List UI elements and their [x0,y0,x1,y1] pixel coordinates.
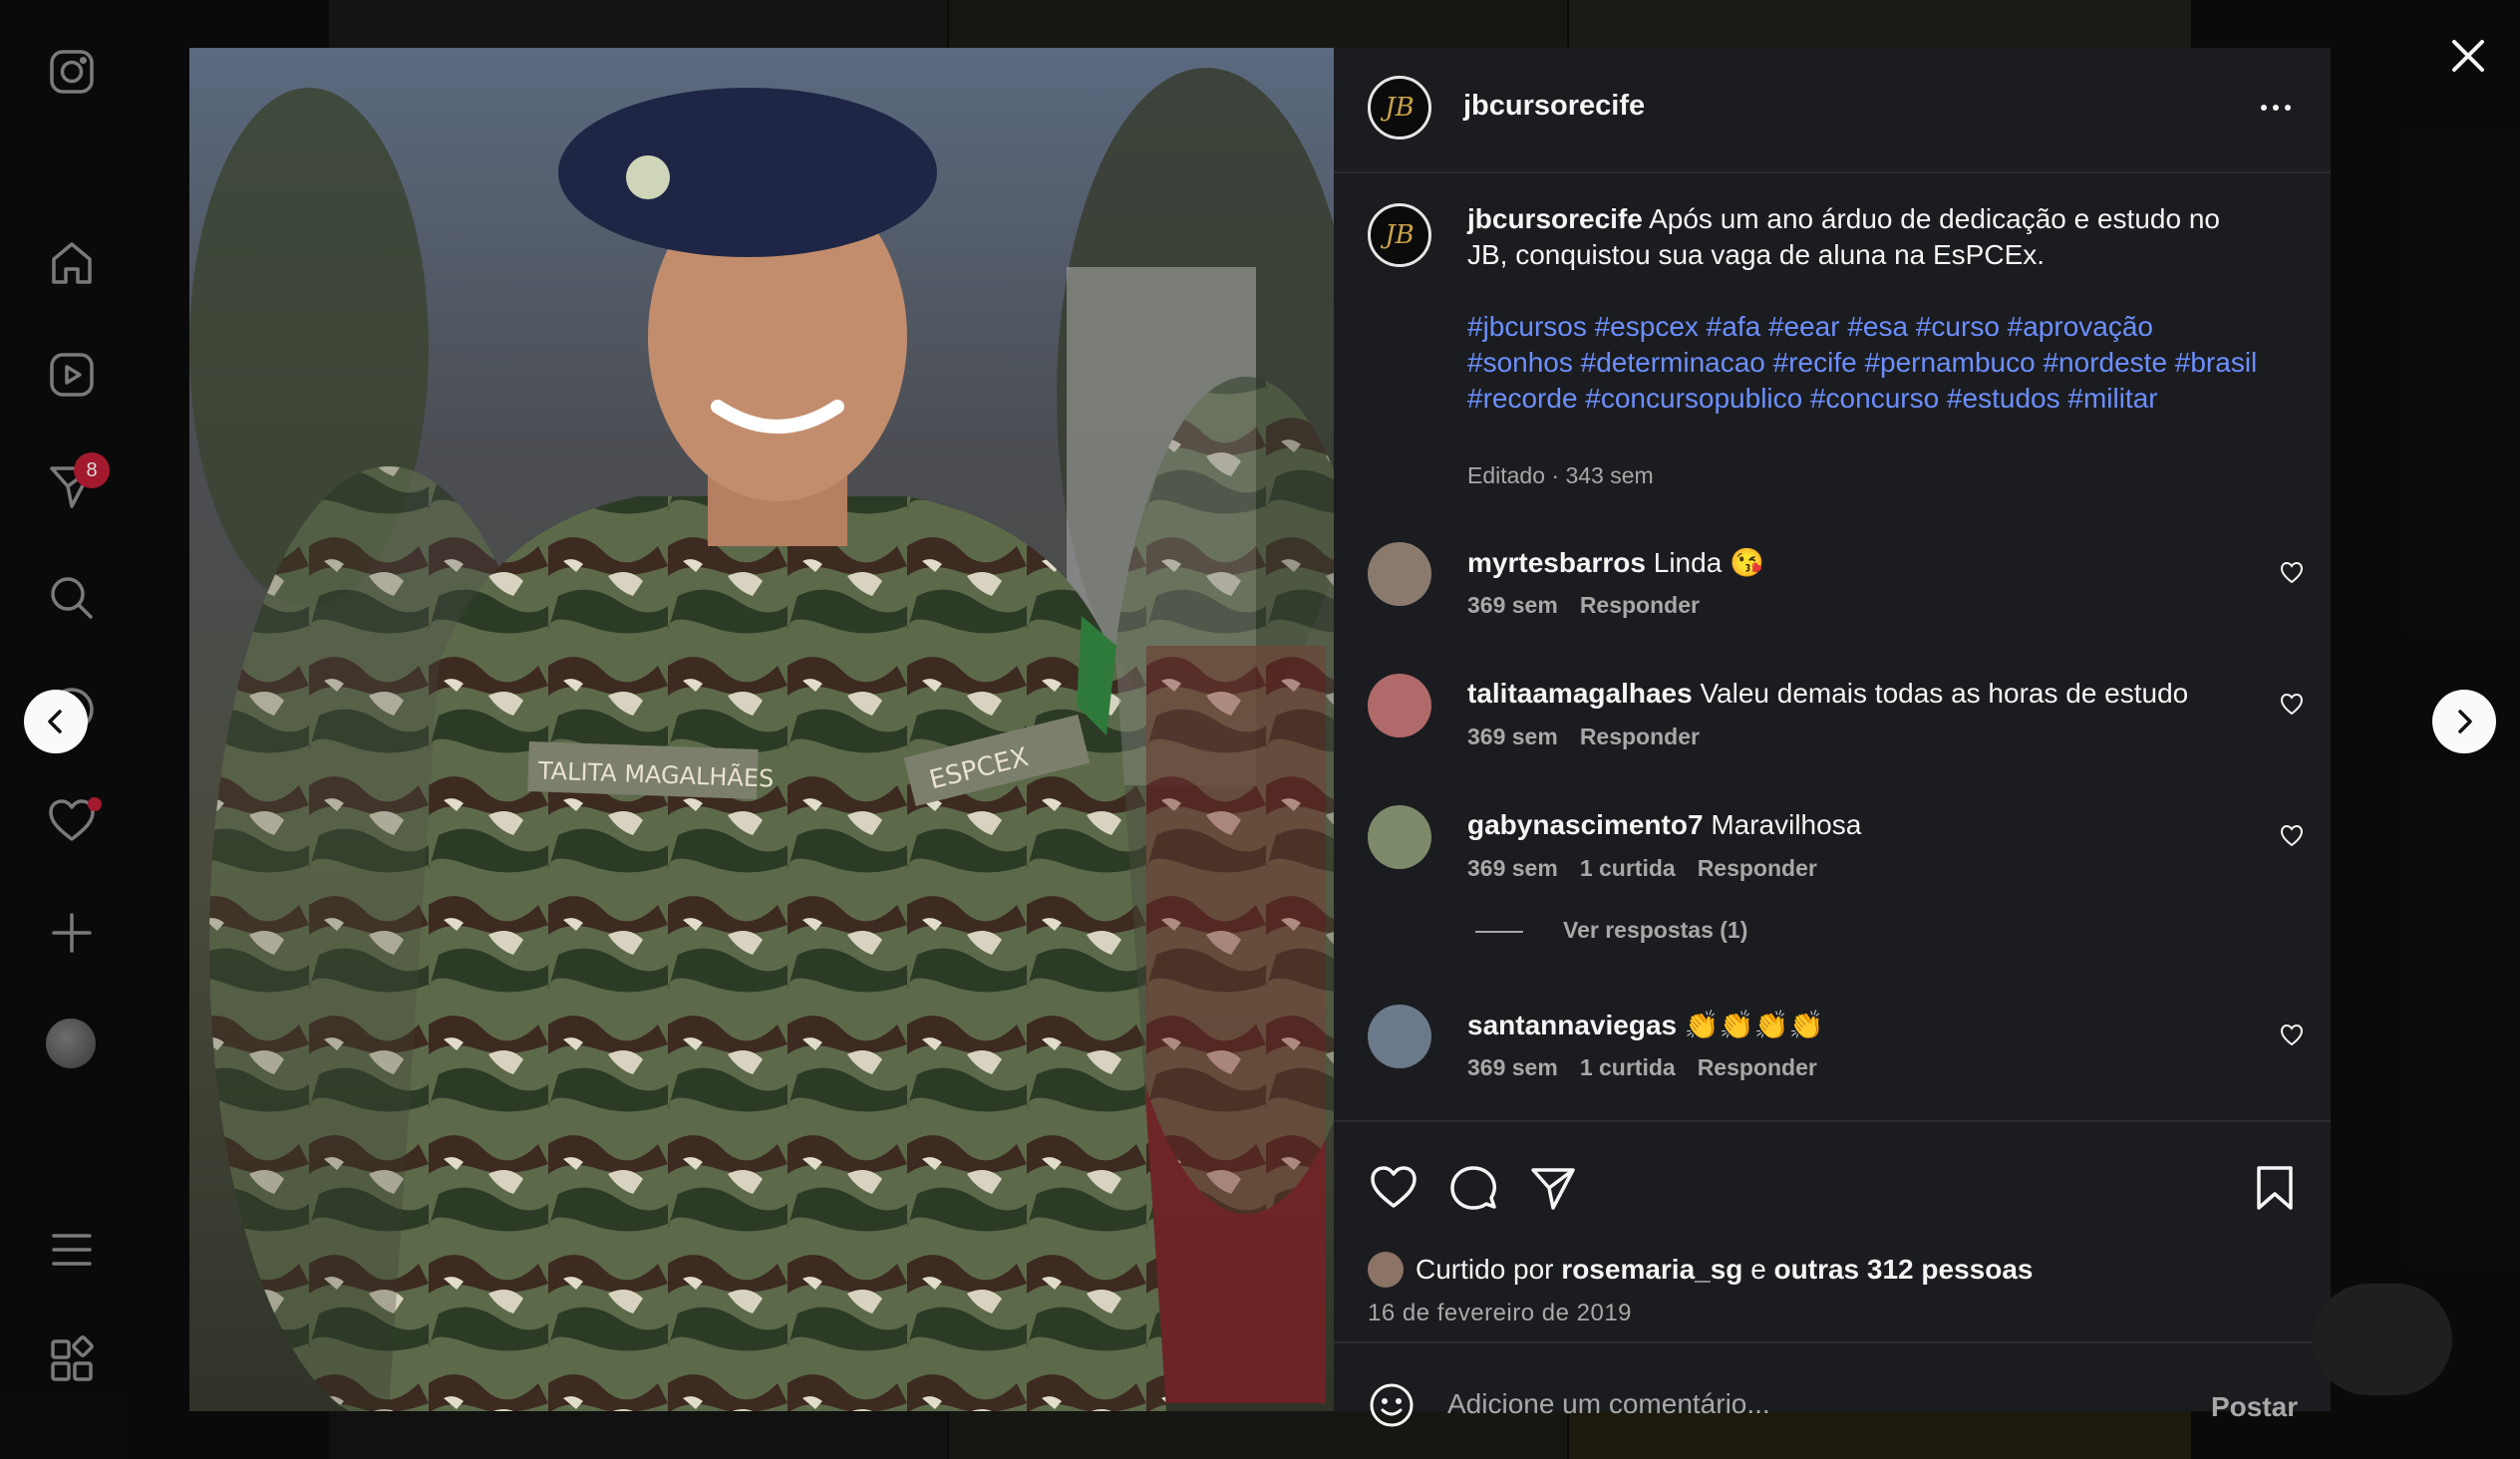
reply-button[interactable]: Responder [1580,592,1700,618]
comment-composer: Postar [1334,1341,2331,1441]
comment-username[interactable]: myrtesbarros [1467,547,1646,578]
caption-avatar[interactable]: JB [1368,203,1431,267]
comment-item: santannaviegas 👏👏👏👏 369 sem 1 curtida Resp… [1334,1005,2331,1104]
liked-connector: e [1750,1254,1766,1285]
messages-float-button[interactable] [2313,1284,2452,1395]
author-username[interactable]: jbcursorecife [1463,90,1645,123]
comment-body: Maravilhosa [1711,809,1862,840]
liked-prefix: Curtido por [1416,1254,1554,1285]
commenter-avatar[interactable] [1368,805,1431,869]
instagram-icon[interactable] [46,46,98,98]
comment-like-icon[interactable] [2279,560,2305,586]
post-photo[interactable]: TALITA MAGALHÃES ESPCEX [189,48,1334,1411]
post-comment-button[interactable]: Postar [2211,1391,2298,1423]
logo-text: JB [1385,220,1415,250]
comment-meta: 369 sem Responder [1467,592,1722,619]
like-icon[interactable] [1368,1162,1419,1214]
comment-like-icon[interactable] [2279,823,2305,849]
commenter-avatar[interactable] [1368,542,1431,606]
notification-badge: 8 [74,452,110,488]
view-replies-label: Ver respostas (1) [1563,917,1748,943]
commenter-avatar[interactable] [1368,674,1431,737]
comment-time: 369 sem [1467,592,1558,618]
search-icon[interactable] [46,572,98,624]
comment-item: talitaamagalhaes Valeu demais todas as h… [1334,674,2331,773]
reply-button[interactable]: Responder [1698,855,1817,881]
menu-icon[interactable] [46,1224,98,1276]
replies-line [1475,930,1523,933]
caption-meta: Editado · 343 sem [1467,462,1654,488]
profile-avatar[interactable] [46,1019,96,1068]
comment-meta: 369 sem Responder [1467,724,1722,750]
comment-body: Valeu demais todas as horas de estudo [1700,678,2189,709]
comment-likes[interactable]: 1 curtida [1580,1054,1676,1080]
comment-time: 369 sem [1467,724,1558,749]
liker-username[interactable]: rosemaria_sg [1561,1254,1742,1286]
author-avatar[interactable]: JB [1368,76,1431,140]
previous-post-button[interactable] [24,690,88,753]
comment-time: 369 sem [1467,1054,1558,1080]
dot-icon [2261,105,2267,111]
emoji-icon[interactable] [1368,1381,1416,1429]
reply-button[interactable]: Responder [1698,1054,1817,1080]
dot-icon [2285,105,2291,111]
logo-text: JB [1385,93,1415,123]
comment-like-icon[interactable] [2279,692,2305,718]
comments-scroll-area[interactable]: JB jbcursorecife Após um ano árduo de de… [1334,173,2331,1150]
photo-illustration: TALITA MAGALHÃES ESPCEX [189,68,1334,1411]
comment-like-icon[interactable] [2279,1022,2305,1048]
post-panel: JB jbcursorecife JB jbcursorecife Após u… [1334,48,2331,1441]
comment-item: myrtesbarros Linda 😘 369 sem Responder [1334,542,2331,642]
liked-by: Curtido por rosemaria_sg e outras 312 pe… [1368,1252,2033,1288]
home-icon[interactable] [46,237,98,289]
comment-text: talitaamagalhaes Valeu demais todas as h… [1467,678,2188,710]
comment-username[interactable]: santannaviegas [1467,1010,1677,1040]
comment-time: 369 sem [1467,855,1558,881]
caption: jbcursorecife Após um ano árduo de dedic… [1467,201,2265,273]
view-replies-button[interactable]: Ver respostas (1) [1475,917,1974,957]
chevron-left-icon [48,710,62,733]
commenter-avatar[interactable] [1368,1005,1431,1068]
comment-text: santannaviegas 👏👏👏👏 [1467,1009,1823,1041]
comment-username[interactable]: talitaamagalhaes [1467,678,1693,709]
more-options-button[interactable] [2251,88,2301,128]
comment-meta: 369 sem 1 curtida Responder [1467,855,1839,882]
liker-avatar[interactable] [1368,1252,1404,1288]
comment-body: Linda 😘 [1653,547,1764,578]
liked-others[interactable]: outras 312 pessoas [1774,1254,2034,1286]
reels-icon[interactable] [46,349,98,401]
post-date[interactable]: 16 de fevereiro de 2019 [1368,1300,1632,1327]
comment-input[interactable] [1445,1367,2147,1441]
caption-hashtags[interactable]: #jbcursos #espcex #afa #eear #esa #curso… [1467,309,2265,417]
comment-text: gabynascimento7 Maravilhosa [1467,809,1861,841]
comment-body: 👏👏👏👏 [1684,1010,1824,1040]
comment-likes[interactable]: 1 curtida [1580,855,1676,881]
post-actions: Curtido por rosemaria_sg e outras 312 pe… [1334,1120,2331,1341]
share-icon[interactable] [1527,1162,1579,1214]
comment-text: myrtesbarros Linda 😘 [1467,546,1764,579]
comment-icon[interactable] [1447,1162,1499,1214]
activity-dot [88,797,102,811]
create-icon[interactable] [46,907,98,959]
caption-username[interactable]: jbcursorecife [1467,203,1643,234]
reply-button[interactable]: Responder [1580,724,1700,749]
dot-icon [2273,105,2279,111]
chevron-right-icon [2458,710,2472,733]
comment-item: gabynascimento7 Maravilhosa 369 sem 1 cur… [1334,805,2331,905]
more-apps-icon[interactable] [46,1335,98,1387]
post-header: JB jbcursorecife [1334,48,2331,173]
next-post-button[interactable] [2432,690,2496,753]
save-icon[interactable] [2249,1162,2301,1214]
comment-username[interactable]: gabynascimento7 [1467,809,1704,840]
close-icon[interactable] [2442,30,2494,82]
comment-meta: 369 sem 1 curtida Responder [1467,1054,1839,1081]
